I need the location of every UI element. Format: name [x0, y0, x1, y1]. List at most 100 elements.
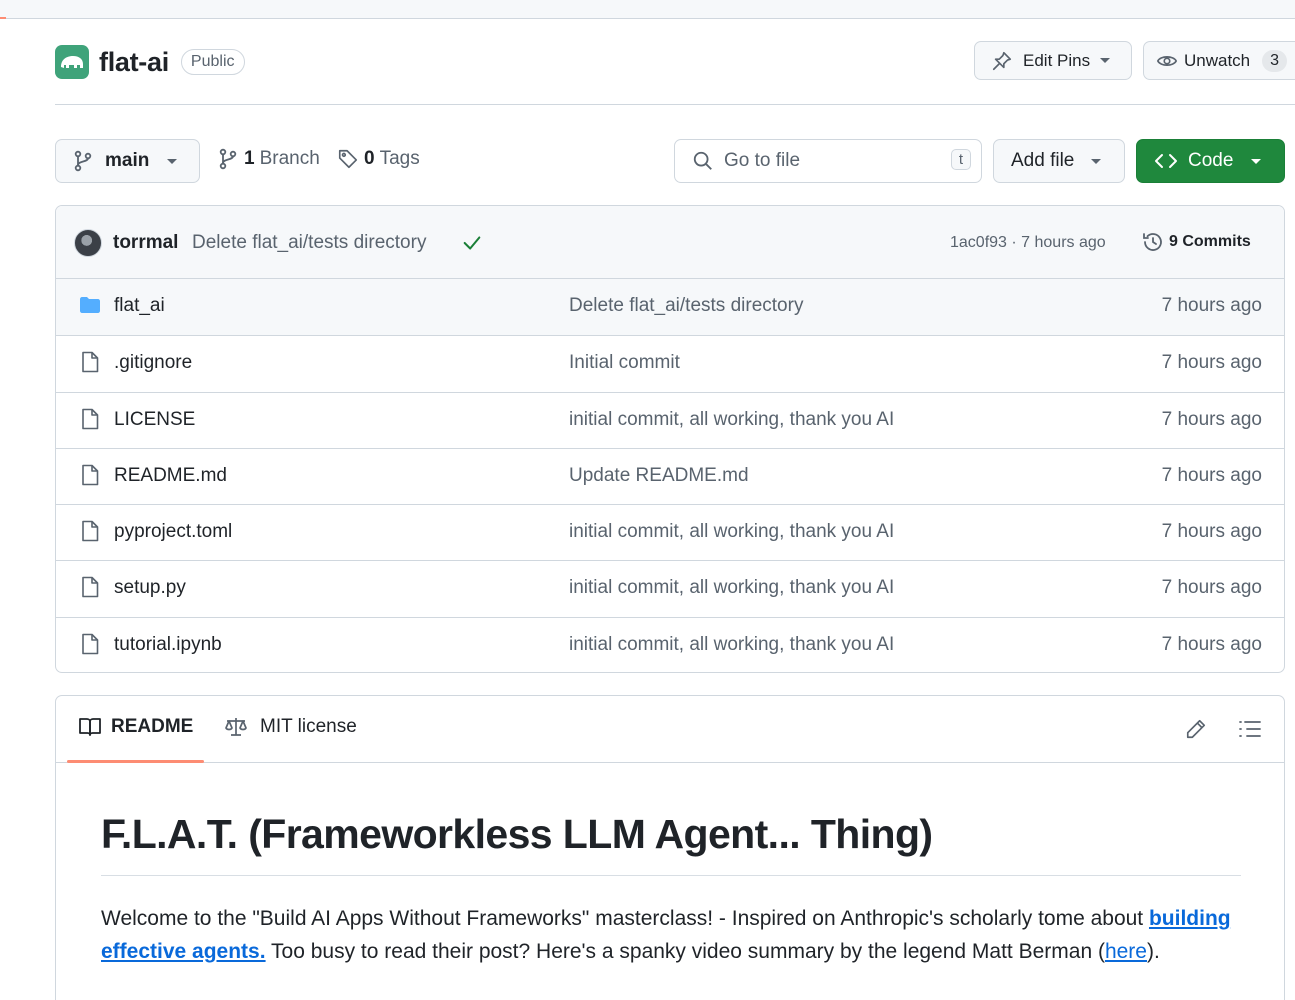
branch-icon: [218, 148, 238, 170]
scale-icon: [224, 716, 248, 738]
branch-selector[interactable]: main: [55, 139, 200, 183]
file-table: torrmal Delete flat_ai/tests directory 1…: [55, 205, 1285, 673]
file-icon: [78, 632, 102, 661]
check-icon[interactable]: [461, 232, 483, 254]
list-icon[interactable]: [1238, 718, 1262, 740]
table-row[interactable]: README.md Update README.md 7 hours ago: [56, 447, 1284, 504]
tag-icon: [337, 148, 359, 170]
edit-pins-button[interactable]: Edit Pins: [974, 41, 1132, 80]
tags-link[interactable]: 0 Tags: [337, 148, 420, 170]
tab-license-label: MIT license: [260, 716, 357, 737]
file-commit-message[interactable]: Initial commit: [569, 352, 680, 374]
add-file-label: Add file: [1011, 150, 1075, 171]
repo-avatar[interactable]: [55, 45, 89, 79]
tag-count: 0: [364, 148, 375, 169]
chevron-down-icon: [167, 158, 178, 164]
tab-readme-label: README: [111, 716, 194, 737]
history-icon: [1141, 230, 1165, 254]
repo-header: flat-ai Public: [55, 40, 245, 84]
file-commit-message[interactable]: initial commit, all working, thank you A…: [569, 634, 894, 656]
branch-icon: [73, 150, 93, 172]
file-age: 7 hours ago: [1161, 295, 1262, 316]
branches-link[interactable]: 1 Branch: [218, 148, 320, 170]
file-age: 7 hours ago: [1161, 464, 1262, 486]
readme-title: F.L.A.T. (Frameworkless LLM Agent... Thi…: [101, 811, 933, 857]
file-commit-message[interactable]: initial commit, all working, thank you A…: [569, 409, 894, 431]
file-icon: [78, 463, 102, 492]
book-icon: [78, 716, 102, 738]
search-icon: [692, 150, 714, 172]
table-row[interactable]: .gitignore Initial commit 7 hours ago: [56, 335, 1284, 391]
file-list: flat_ai Delete flat_ai/tests directory 7…: [56, 279, 1284, 672]
table-row[interactable]: pyproject.toml initial commit, all worki…: [56, 504, 1284, 560]
file-commit-message[interactable]: Delete flat_ai/tests directory: [569, 295, 803, 317]
readme-paragraph: Welcome to the "Build AI Apps Without Fr…: [101, 902, 1251, 968]
table-row[interactable]: setup.py initial commit, all working, th…: [56, 560, 1284, 616]
branch-count: 1: [244, 148, 255, 169]
shortcut-key: t: [950, 149, 971, 170]
add-file-button[interactable]: Add file: [993, 139, 1125, 183]
latest-commit-bar: torrmal Delete flat_ai/tests directory 1…: [56, 206, 1284, 279]
chevron-down-icon: [1251, 158, 1262, 164]
unwatch-button[interactable]: Unwatch 3: [1143, 41, 1295, 80]
file-icon: [78, 519, 102, 548]
file-age: 7 hours ago: [1161, 352, 1262, 374]
repo-name[interactable]: flat-ai: [99, 47, 169, 78]
file-name[interactable]: tutorial.ipynb: [114, 634, 222, 656]
file-age: 7 hours ago: [1161, 521, 1262, 543]
file-name[interactable]: README.md: [114, 465, 227, 487]
pencil-icon[interactable]: [1185, 718, 1207, 740]
header-divider: [55, 104, 1295, 105]
code-icon: [1154, 152, 1178, 170]
commits-count: 9 Commits: [1169, 233, 1251, 250]
go-to-file-search[interactable]: Go to file t: [674, 139, 982, 183]
visibility-badge: Public: [180, 49, 245, 75]
commits-link[interactable]: 9 Commits: [1141, 230, 1251, 254]
pin-icon: [991, 50, 1013, 72]
file-commit-message[interactable]: initial commit, all working, thank you A…: [569, 577, 894, 599]
tab-license[interactable]: MIT license: [224, 716, 357, 738]
eye-icon: [1156, 50, 1178, 72]
watch-count: 3: [1262, 49, 1288, 72]
code-label: Code: [1188, 150, 1234, 171]
file-age: 7 hours ago: [1161, 408, 1262, 430]
table-row[interactable]: LICENSE initial commit, all working, tha…: [56, 391, 1284, 448]
avatar[interactable]: [74, 229, 102, 257]
file-age: 7 hours ago: [1161, 633, 1262, 655]
file-icon: [78, 350, 102, 379]
paragraph-text: ).: [1146, 940, 1160, 963]
table-row[interactable]: flat_ai Delete flat_ai/tests directory 7…: [56, 279, 1284, 336]
readme-panel: README MIT license F.L.A.T. (Frameworkle…: [55, 695, 1285, 1000]
readme-tabs: README MIT license: [56, 696, 1284, 763]
unwatch-label: Unwatch: [1184, 50, 1251, 70]
tab-readme[interactable]: README: [78, 716, 193, 738]
top-navigation-bar: [0, 0, 1295, 19]
file-commit-message[interactable]: initial commit, all working, thank you A…: [569, 521, 894, 543]
file-icon: [78, 407, 102, 436]
file-icon: [78, 575, 102, 604]
file-name[interactable]: flat_ai: [114, 295, 165, 317]
file-name[interactable]: .gitignore: [114, 352, 192, 374]
active-nav-underline: [0, 17, 6, 19]
commit-hash-time[interactable]: 1ac0f93 · 7 hours ago: [950, 234, 1106, 252]
file-name[interactable]: setup.py: [114, 577, 186, 599]
folder-icon: [78, 293, 102, 322]
code-button[interactable]: Code: [1136, 139, 1285, 183]
elephant-logo-icon: [61, 56, 83, 68]
paragraph-text: Too busy to read their post? Here's a sp…: [265, 940, 1105, 963]
commit-message[interactable]: Delete flat_ai/tests directory: [192, 232, 426, 254]
edit-pins-label: Edit Pins: [1023, 50, 1091, 70]
table-row[interactable]: tutorial.ipynb initial commit, all worki…: [56, 616, 1284, 672]
file-name[interactable]: LICENSE: [114, 409, 195, 431]
file-name[interactable]: pyproject.toml: [114, 521, 232, 543]
active-tab-indicator: [67, 760, 204, 763]
file-commit-message[interactable]: Update README.md: [569, 465, 749, 487]
paragraph-text: Welcome to the "Build AI Apps Without Fr…: [101, 907, 1149, 930]
chevron-down-icon: [1091, 158, 1102, 164]
branch-name: main: [105, 150, 150, 171]
title-divider: [101, 875, 1241, 876]
commit-author[interactable]: torrmal: [113, 232, 178, 254]
video-link[interactable]: here: [1105, 940, 1147, 963]
tag-label: Tags: [379, 148, 420, 169]
chevron-down-icon: [1100, 58, 1111, 63]
